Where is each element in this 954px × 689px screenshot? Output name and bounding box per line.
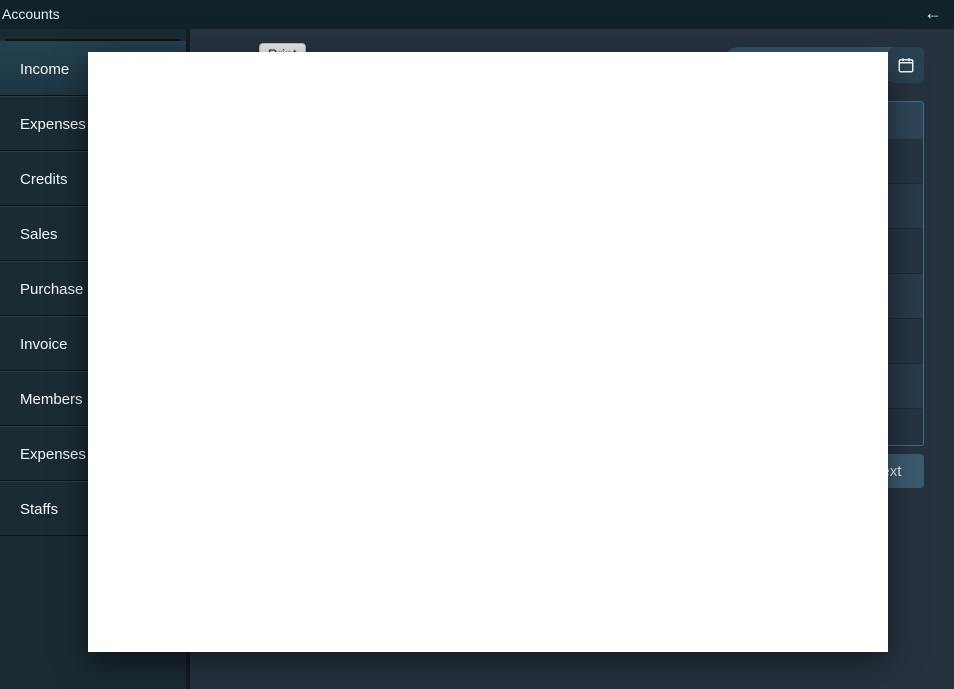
back-arrow-icon[interactable]: ← <box>924 0 940 29</box>
sidebar-item-label: Purchase <box>20 281 83 298</box>
sidebar-item-label: Income <box>20 61 69 78</box>
sidebar-item-label: Invoice <box>20 336 68 353</box>
calendar-icon <box>897 56 915 74</box>
sidebar-top-divider <box>6 29 180 41</box>
sidebar-item-label: Expenses <box>20 446 86 463</box>
sidebar-item-label: Staffs <box>20 501 58 518</box>
sidebar-item-label: Credits <box>20 171 68 188</box>
sidebar-item-label: Sales <box>20 226 58 243</box>
top-bar: Accounts ← <box>0 0 954 29</box>
sidebar-item-label: Expenses <box>20 116 86 133</box>
page-title: Accounts <box>2 6 60 22</box>
calendar-button[interactable] <box>888 47 924 83</box>
print-preview-modal[interactable] <box>88 52 888 652</box>
sidebar-item-label: Members <box>20 391 83 408</box>
